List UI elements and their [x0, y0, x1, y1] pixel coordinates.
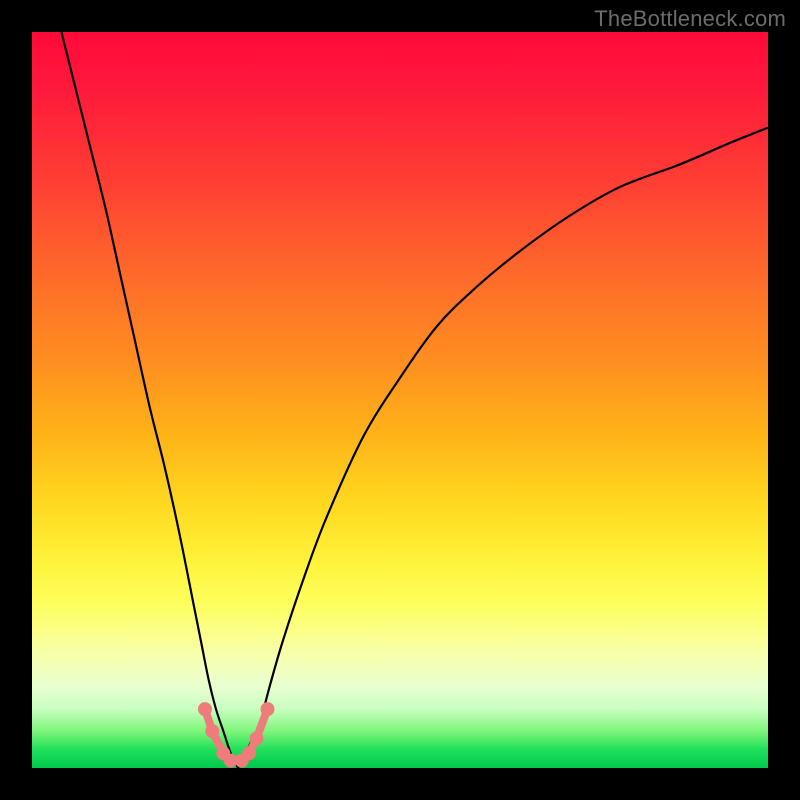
trough-dot [249, 732, 263, 746]
trough-dot [242, 746, 256, 760]
curve-layer [32, 32, 768, 768]
trough-dot [261, 702, 275, 716]
watermark-text: TheBottleneck.com [594, 6, 786, 32]
trough-dot [205, 724, 219, 738]
curve-left-branch [61, 32, 238, 768]
trough-dot [198, 702, 212, 716]
plot-area [32, 32, 768, 768]
trough-dots-group [198, 702, 275, 768]
chart-frame: TheBottleneck.com [0, 0, 800, 800]
curve-right-branch [238, 128, 768, 768]
